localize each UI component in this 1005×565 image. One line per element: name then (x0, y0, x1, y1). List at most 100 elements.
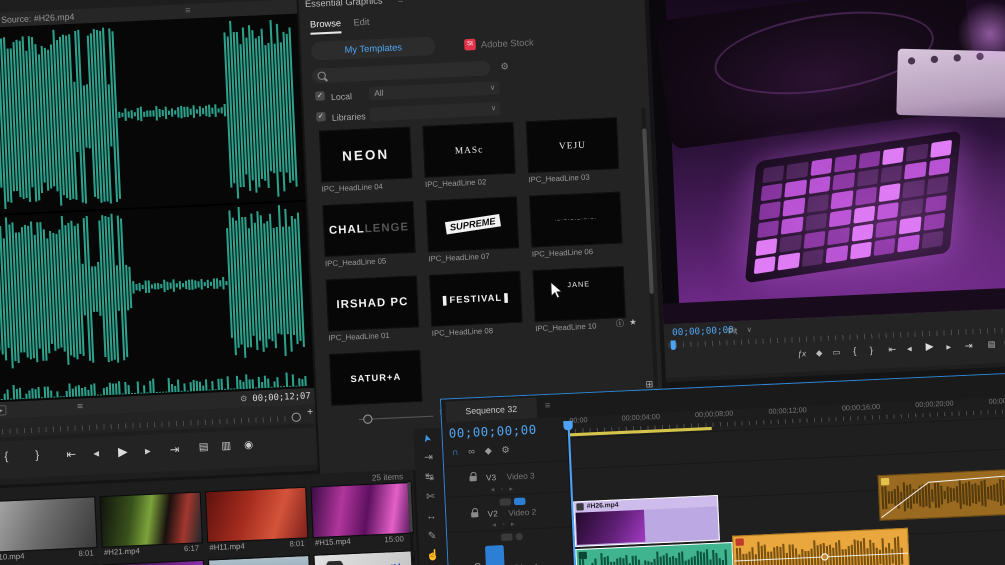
track-header-column: 00;00;00;00 ∩ ∞ ◆ ⚙ V3 Video 3 ◂◦▸ V2 Vi… (442, 416, 575, 565)
essential-graphics-title[interactable]: Essential Graphics (305, 0, 383, 9)
lock-icon[interactable] (471, 512, 479, 518)
clip-name[interactable]: #H11.mp4 (209, 541, 245, 552)
play-button[interactable]: ▶ (118, 444, 128, 459)
timeline-settings-button[interactable]: ⚙ (501, 444, 510, 456)
fx-toggle-button[interactable]: ƒx (797, 349, 806, 359)
template-item[interactable]: VEJU IPC_HeadLine 03 (525, 117, 620, 184)
insert-button[interactable]: ▤ (198, 441, 208, 453)
step-back-button[interactable]: ◂ (907, 343, 912, 355)
volume-fade-line[interactable] (879, 469, 1005, 520)
source-patch-chip[interactable] (501, 533, 513, 542)
audio-clip-a2[interactable] (877, 467, 1005, 521)
local-dropdown[interactable]: All ∨ (368, 81, 500, 101)
mark-out-button[interactable]: } (35, 449, 39, 462)
mixer-knob (907, 57, 916, 65)
gear-icon[interactable]: ⚙ (500, 61, 509, 73)
info-icon[interactable]: ⓘ (616, 318, 625, 330)
project-clip-thumbnail[interactable] (99, 491, 204, 548)
panel-menu-icon[interactable]: ≡ (185, 5, 191, 16)
lock-icon[interactable] (469, 475, 477, 482)
star-icon[interactable]: ★ (629, 317, 637, 327)
go-to-out-button[interactable]: ⇥ (169, 443, 180, 457)
project-clip-thumbnail[interactable] (0, 496, 98, 553)
clip-name[interactable]: #H15.mp4 (315, 536, 351, 547)
template-item[interactable]: ·–·–·–·–·–·–· IPC_HeadLine 06 (529, 191, 623, 259)
tab-edit[interactable]: Edit (353, 17, 370, 28)
search-input[interactable] (312, 60, 491, 84)
chevron-down-icon: ∨ (746, 326, 753, 335)
sync-lock-chip[interactable] (515, 532, 524, 541)
add-marker-button[interactable]: ◆ (816, 348, 823, 358)
step-forward-button[interactable]: ▸ (946, 341, 951, 353)
local-checkbox[interactable]: ✓ (315, 91, 325, 101)
project-clip-thumbnail[interactable] (310, 481, 414, 539)
program-playhead[interactable] (670, 340, 677, 350)
go-to-in-button[interactable]: ⇤ (888, 344, 896, 356)
search-field[interactable] (330, 62, 481, 81)
template-item[interactable]: CHALLENGE IPC_HeadLine 05 (322, 201, 416, 268)
template-item[interactable]: SUPREME IPC_HeadLine 07 (425, 196, 520, 264)
mark-in-button[interactable]: { (4, 451, 8, 464)
step-back-button[interactable]: ◂ (93, 446, 99, 460)
project-clip-thumbnail[interactable]: NIKE RUN (313, 550, 418, 565)
lift-button[interactable]: ▤ (987, 339, 995, 349)
project-clip-thumbnail[interactable] (102, 559, 207, 565)
hand-tool[interactable]: ☝ (419, 550, 447, 563)
scrollbar-thumb[interactable] (642, 128, 654, 294)
drag-video-icon[interactable]: ▸ (0, 405, 7, 416)
my-templates-button[interactable]: My Templates (310, 36, 436, 61)
mark-in-button[interactable]: { (853, 346, 857, 356)
source-track-indicator[interactable]: V1 (484, 545, 506, 565)
selection-tool[interactable]: ➤ (418, 423, 437, 453)
snap-toggle[interactable]: ∩ (451, 447, 458, 458)
razor-tool[interactable]: ✄ (416, 491, 444, 504)
source-settings-icon[interactable]: ⚙ (240, 394, 248, 404)
slider-knob[interactable] (362, 414, 373, 425)
adobe-stock-button[interactable]: Adobe Stock (481, 37, 534, 50)
go-to-out-button[interactable]: ⇥ (965, 340, 973, 352)
project-clip-thumbnail[interactable] (204, 486, 309, 544)
zoom-handle[interactable] (291, 412, 302, 423)
add-button[interactable]: + (307, 407, 314, 419)
template-item[interactable]: SATUR+A (329, 349, 423, 406)
template-item[interactable]: NEON IPC_HeadLine 04 (319, 126, 413, 194)
track-id[interactable]: V3 (486, 473, 497, 483)
drag-audio-icon[interactable]: ≋ (76, 402, 83, 412)
zoom-level-dropdown[interactable]: Fit (728, 326, 738, 336)
track-id[interactable]: V2 (487, 509, 498, 519)
tab-browse[interactable]: Browse (309, 17, 342, 35)
video-clip-h26[interactable]: #H26.mp4 (573, 494, 720, 548)
audio-clip-a1-orange[interactable] (732, 527, 911, 565)
ripple-edit-tool[interactable]: ↹ (415, 471, 443, 484)
program-timecode[interactable]: 00;00;00;00 (672, 325, 734, 338)
template-item[interactable]: IRSHAD PC IPC_HeadLine 01 (325, 275, 420, 343)
clip-name[interactable]: 10.mp4 (0, 551, 25, 561)
overwrite-button[interactable]: ▥ (221, 440, 231, 452)
linked-selection-toggle[interactable]: ∞ (468, 446, 475, 457)
pen-tool[interactable]: ✎ (418, 530, 446, 543)
timeline-timecode[interactable]: 00;00;00;00 (448, 422, 537, 440)
template-item[interactable]: JANE IPC_HeadLine 10 (532, 266, 626, 333)
track-select-tool[interactable]: ⇥ (414, 452, 442, 465)
clip-name[interactable]: #H21.mp4 (104, 546, 140, 557)
template-item[interactable]: ❚FESTIVAL❚ IPC_HeadLine 08 (429, 270, 523, 338)
template-logo: VEJU (558, 139, 587, 151)
libraries-checkbox[interactable]: ✓ (316, 111, 326, 122)
export-frame-button[interactable]: ◉ (244, 439, 254, 451)
mark-out-button[interactable]: } (870, 345, 874, 355)
add-marker-button[interactable]: ◆ (485, 445, 493, 457)
track-target-chip[interactable] (513, 497, 526, 506)
panel-menu-icon[interactable]: ≡ (545, 400, 551, 411)
slip-tool[interactable]: ↔ (417, 510, 445, 523)
settings-button[interactable]: ▭ (832, 347, 840, 357)
panel-menu-icon[interactable]: ≡ (398, 0, 404, 5)
project-clip-thumbnail[interactable] (207, 554, 312, 565)
libraries-dropdown[interactable]: ∨ (369, 101, 501, 122)
template-item[interactable]: MASc IPC_HeadLine 02 (422, 121, 516, 189)
track-header-v1[interactable]: V1 Video 1 ◂◦▸ (447, 526, 575, 565)
go-to-in-button[interactable]: ⇤ (66, 447, 76, 461)
step-forward-button[interactable]: ▸ (145, 444, 151, 458)
source-monitor-title[interactable]: Source: #H26.mp4 (1, 11, 75, 25)
source-patch-chip[interactable] (499, 498, 512, 506)
play-button[interactable]: ▶ (925, 341, 933, 353)
